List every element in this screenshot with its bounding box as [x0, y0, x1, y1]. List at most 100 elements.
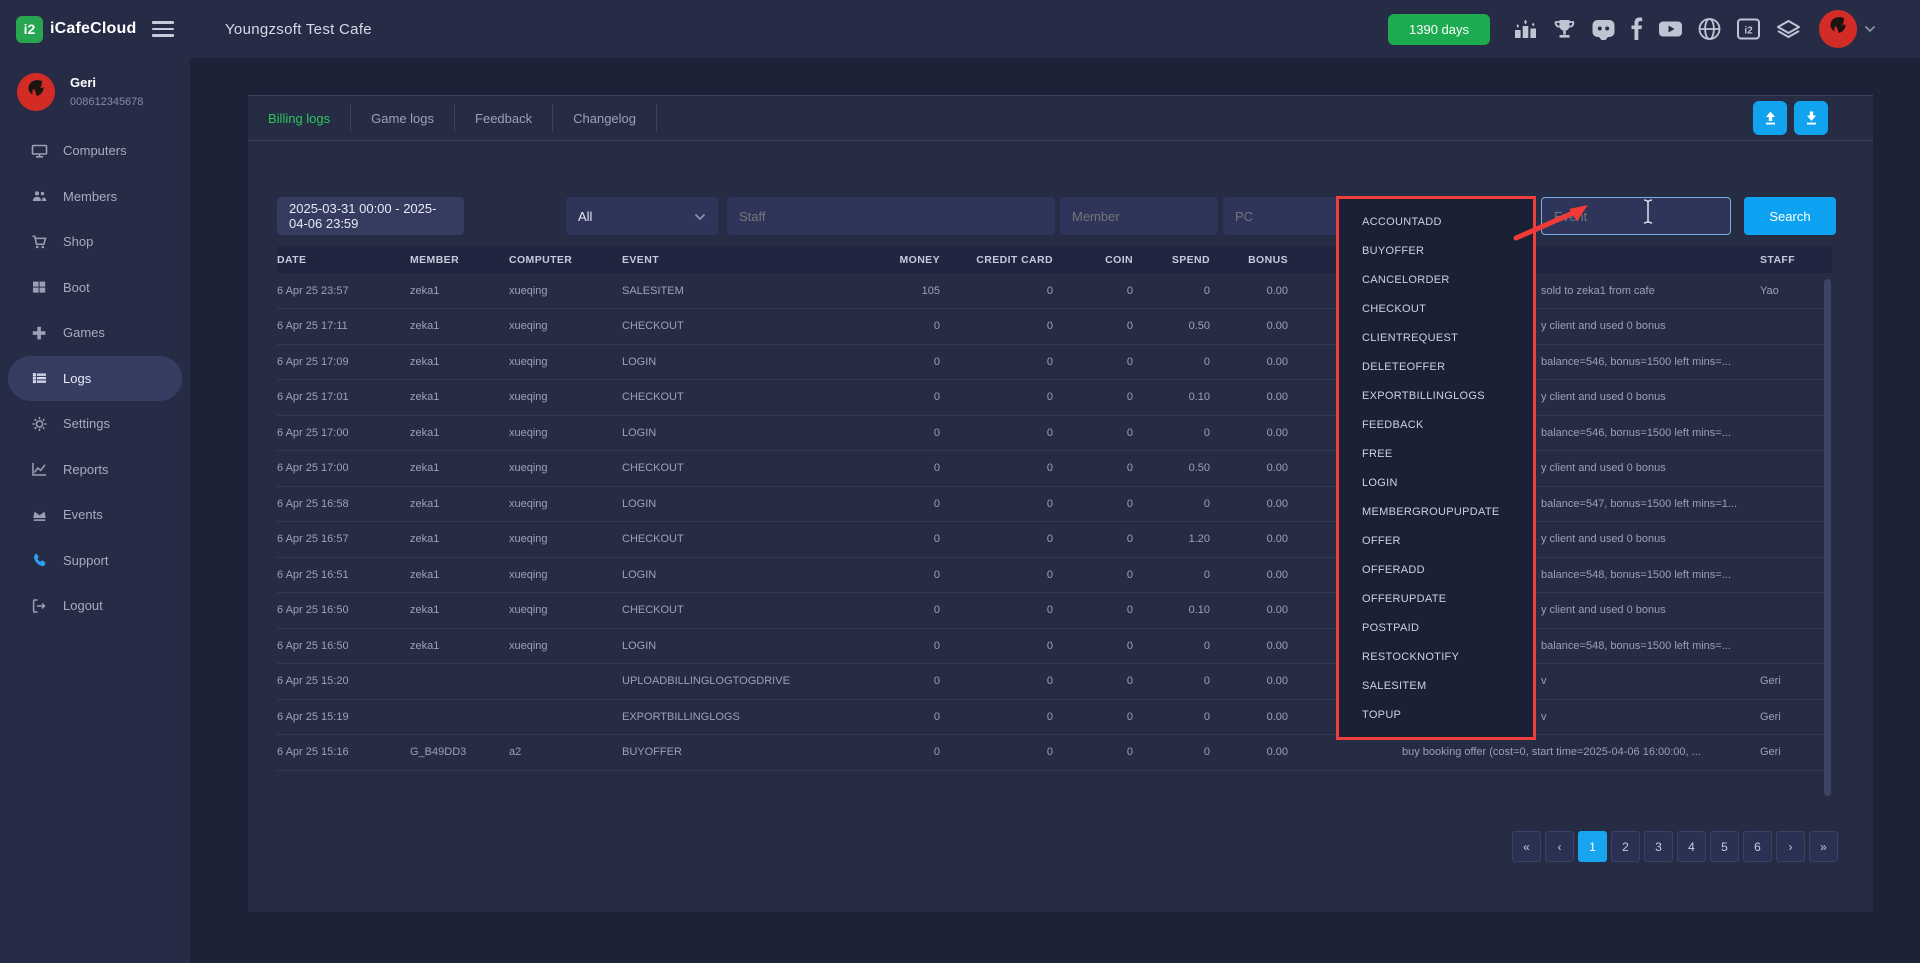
cell-staff: Geri [1760, 699, 1832, 735]
sidebar-item-label: Events [63, 507, 103, 522]
facebook-icon[interactable] [1629, 16, 1645, 42]
cell-event: LOGIN [622, 344, 852, 380]
dropdown-item-offeradd[interactable]: OFFERADD [1339, 555, 1533, 584]
cell-money: 0 [852, 593, 940, 629]
logo[interactable]: i2 iCafeCloud [0, 0, 190, 58]
page-button-‹[interactable]: ‹ [1545, 831, 1574, 862]
layers-icon[interactable] [1774, 16, 1803, 42]
dropdown-item-topup[interactable]: TOPUP [1339, 700, 1533, 729]
cell-credit_card: 0 [940, 664, 1053, 700]
menu-toggle-icon[interactable] [152, 21, 174, 41]
upload-button[interactable] [1753, 101, 1787, 135]
page-button-2[interactable]: 2 [1611, 831, 1640, 862]
sidebar-item-support[interactable]: Support [0, 538, 190, 584]
sidebar-item-logout[interactable]: Logout [0, 583, 190, 629]
tab-billing-logs[interactable]: Billing logs [248, 96, 350, 140]
dropdown-item-cancelorder[interactable]: CANCELORDER [1339, 265, 1533, 294]
cell-event: UPLOADBILLINGLOGTOGDRIVE [622, 664, 852, 700]
sidebar-item-shop[interactable]: Shop [0, 219, 190, 265]
cell-money: 0 [852, 699, 940, 735]
sidebar-item-members[interactable]: Members [0, 174, 190, 220]
chevron-down-icon[interactable] [1864, 20, 1876, 38]
logs-panel: Billing logsGame logsFeedbackChangelog 2… [248, 95, 1873, 912]
log-type-select[interactable]: All [566, 197, 718, 235]
dropdown-item-offerupdate[interactable]: OFFERUPDATE [1339, 584, 1533, 613]
tab-game-logs[interactable]: Game logs [351, 96, 454, 140]
dropdown-item-offer[interactable]: OFFER [1339, 526, 1533, 555]
member-input[interactable] [1060, 197, 1218, 235]
dropdown-item-exportbillinglogs[interactable]: EXPORTBILLINGLOGS [1339, 381, 1533, 410]
staff-input[interactable] [727, 197, 1055, 235]
page-button-«[interactable]: « [1512, 831, 1541, 862]
table-row: 6 Apr 25 16:51zeka1xueqingLOGIN00000.00b… [277, 557, 1832, 593]
page-button-»[interactable]: » [1809, 831, 1838, 862]
discord-icon[interactable] [1590, 16, 1617, 42]
page-button-5[interactable]: 5 [1710, 831, 1739, 862]
search-button[interactable]: Search [1744, 197, 1836, 235]
sidebar-item-label: Shop [63, 234, 93, 249]
dropdown-item-free[interactable]: FREE [1339, 439, 1533, 468]
tab-changelog[interactable]: Changelog [553, 96, 656, 140]
dropdown-item-feedback[interactable]: FEEDBACK [1339, 410, 1533, 439]
license-days-badge[interactable]: 1390 days [1388, 14, 1490, 45]
column-header-bonus: BONUS [1210, 246, 1288, 273]
sidebar-item-label: Support [63, 553, 109, 568]
cell-staff: Geri [1760, 735, 1832, 771]
cell-spend: 0 [1133, 557, 1210, 593]
download-button[interactable] [1794, 101, 1828, 135]
cell-event: LOGIN [622, 557, 852, 593]
page-button-›[interactable]: › [1776, 831, 1805, 862]
page-button-3[interactable]: 3 [1644, 831, 1673, 862]
sidebar-item-games[interactable]: Games [0, 310, 190, 356]
dropdown-item-membergroupupdate[interactable]: MEMBERGROUPUPDATE [1339, 497, 1533, 526]
cell-computer: xueqing [509, 593, 622, 629]
sidebar-item-reports[interactable]: Reports [0, 447, 190, 493]
cell-date: 6 Apr 25 16:58 [277, 486, 410, 522]
ranking-icon[interactable] [1512, 16, 1539, 42]
cell-event: SALESITEM [622, 273, 852, 309]
globe-icon[interactable] [1696, 16, 1723, 42]
user-profile[interactable]: Geri 008612345678 [0, 58, 190, 121]
dropdown-item-restocknotify[interactable]: RESTOCKNOTIFY [1339, 642, 1533, 671]
cell-bonus: 0.00 [1210, 380, 1288, 416]
cell-coin: 0 [1053, 735, 1133, 771]
table-scrollbar[interactable] [1824, 279, 1831, 796]
dropdown-item-clientrequest[interactable]: CLIENTREQUEST [1339, 323, 1533, 352]
dropdown-item-deleteoffer[interactable]: DELETEOFFER [1339, 352, 1533, 381]
dropdown-item-postpaid[interactable]: POSTPAID [1339, 613, 1533, 642]
sidebar-item-logs[interactable]: Logs [8, 356, 182, 402]
table-row: 6 Apr 25 17:01zeka1xueqingCHECKOUT0000.1… [277, 380, 1832, 416]
cell-spend: 0 [1133, 735, 1210, 771]
cell-date: 6 Apr 25 16:57 [277, 522, 410, 558]
upload-icon [1762, 109, 1779, 127]
cell-bonus: 0.00 [1210, 309, 1288, 345]
cell-credit_card: 0 [940, 486, 1053, 522]
brand-logo-icon: i2 [16, 16, 43, 43]
tab-feedback[interactable]: Feedback [455, 96, 552, 140]
cell-money: 0 [852, 344, 940, 380]
user-name: Geri [70, 75, 143, 90]
cell-staff [1760, 593, 1832, 629]
dropdown-item-salesitem[interactable]: SALESITEM [1339, 671, 1533, 700]
sidebar-item-computers[interactable]: Computers [0, 128, 190, 174]
cell-staff [1760, 522, 1832, 558]
trophy-icon[interactable] [1551, 16, 1578, 42]
page-button-1[interactable]: 1 [1578, 831, 1607, 862]
dropdown-item-checkout[interactable]: CHECKOUT [1339, 294, 1533, 323]
log-type-value: All [578, 209, 592, 224]
download-icon [1803, 109, 1820, 127]
page-button-4[interactable]: 4 [1677, 831, 1706, 862]
account-avatar[interactable] [1819, 10, 1857, 48]
cell-bonus: 0.00 [1210, 664, 1288, 700]
cell-credit_card: 0 [940, 273, 1053, 309]
sidebar-item-events[interactable]: Events [0, 492, 190, 538]
cell-date: 6 Apr 25 17:00 [277, 415, 410, 451]
dropdown-item-login[interactable]: LOGIN [1339, 468, 1533, 497]
date-range-picker[interactable]: 2025-03-31 00:00 - 2025-04-06 23:59 [277, 197, 464, 235]
i2-badge-icon[interactable]: i2 [1735, 16, 1762, 42]
cell-member: zeka1 [410, 380, 509, 416]
page-button-6[interactable]: 6 [1743, 831, 1772, 862]
youtube-icon[interactable] [1657, 16, 1684, 42]
sidebar-item-boot[interactable]: Boot [0, 265, 190, 311]
sidebar-item-settings[interactable]: Settings [0, 401, 190, 447]
